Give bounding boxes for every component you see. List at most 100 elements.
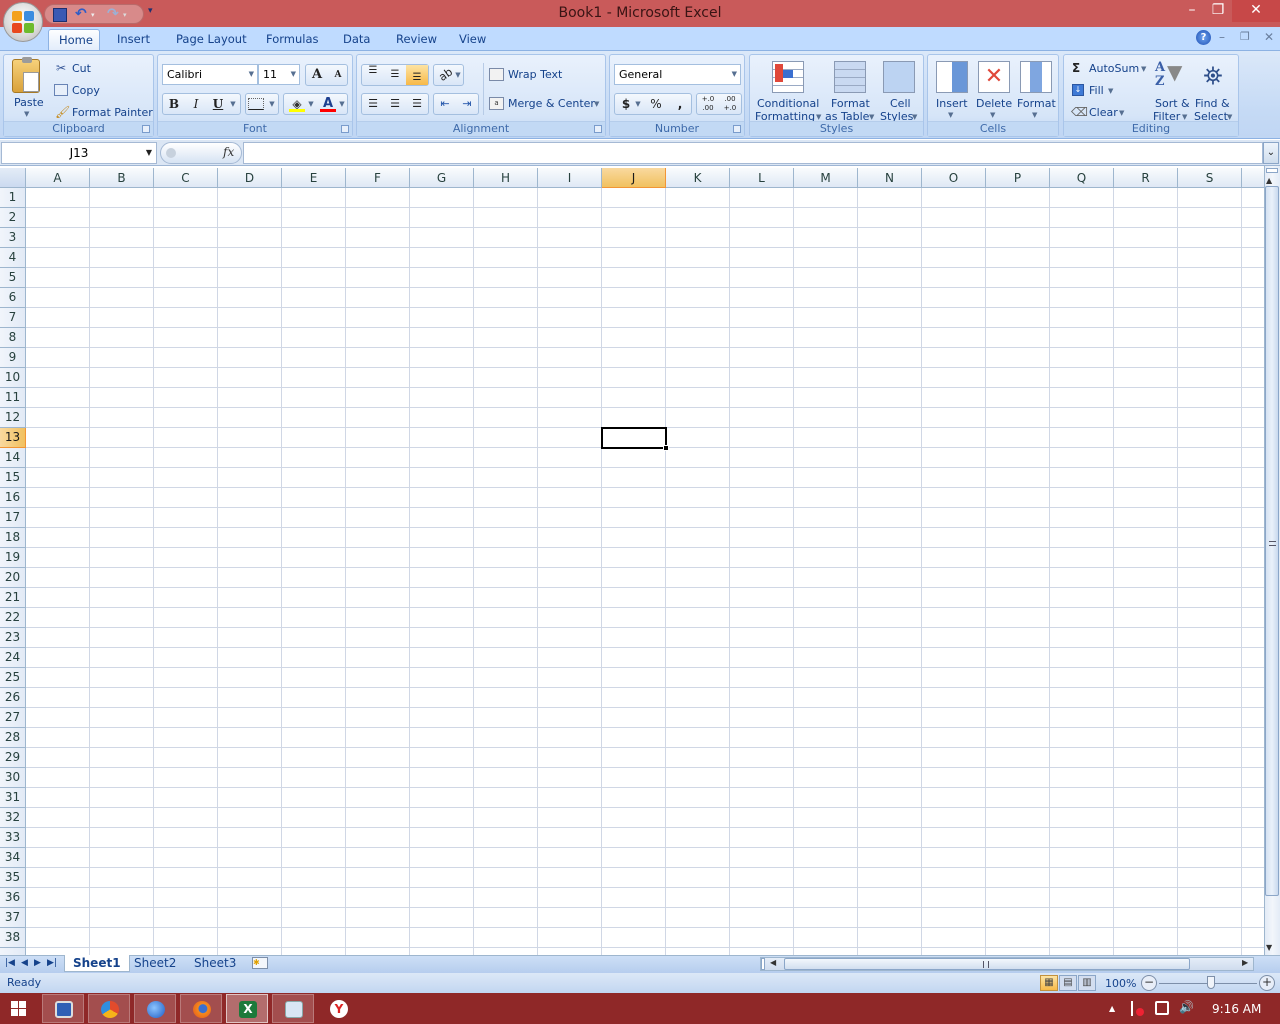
scroll-right-arrow[interactable]: ▶	[1242, 958, 1248, 967]
tab-formulas[interactable]: Formulas	[256, 29, 329, 50]
expand-formula-bar-button[interactable]: ⌄	[1263, 142, 1279, 164]
tab-review[interactable]: Review	[386, 29, 447, 50]
network-icon[interactable]	[1155, 1001, 1169, 1015]
center-button[interactable]: ☰	[384, 94, 406, 114]
increase-decimal-button[interactable]: +.0 .00	[697, 94, 719, 114]
row-header-3[interactable]: 3	[0, 228, 26, 248]
row-header-30[interactable]: 30	[0, 768, 26, 788]
cell-styles-label-1[interactable]: Cell	[890, 97, 911, 110]
font-color-dropdown-icon[interactable]: ▼	[337, 94, 347, 114]
row-header-partial[interactable]	[0, 948, 26, 955]
restore-button[interactable]: ❐	[1202, 0, 1234, 22]
row-header-17[interactable]: 17	[0, 508, 26, 528]
borders-button[interactable]: ▼	[245, 93, 279, 115]
conditional-formatting-dropdown-icon[interactable]: ▼	[816, 113, 821, 121]
insert-sheet-icon[interactable]: ✱	[252, 957, 268, 969]
format-cells-icon[interactable]	[1020, 61, 1052, 93]
delete-cells-icon[interactable]: ✕	[978, 61, 1010, 93]
row-header-9[interactable]: 9	[0, 348, 26, 368]
insert-cells-icon[interactable]	[936, 61, 968, 93]
insert-dropdown-icon[interactable]: ▼	[948, 111, 953, 119]
row-header-8[interactable]: 8	[0, 328, 26, 348]
help-icon[interactable]: ?	[1196, 30, 1211, 45]
column-header-l[interactable]: L	[730, 168, 794, 188]
taskbar-app-1[interactable]	[42, 994, 84, 1023]
row-header-2[interactable]: 2	[0, 208, 26, 228]
column-header-a[interactable]: A	[26, 168, 90, 188]
next-sheet-button[interactable]: ▶	[34, 958, 41, 968]
delete-cells-button[interactable]: Delete	[976, 97, 1012, 110]
row-header-37[interactable]: 37	[0, 908, 26, 928]
row-header-16[interactable]: 16	[0, 488, 26, 508]
zoom-level[interactable]: 100%	[1105, 977, 1136, 990]
row-header-32[interactable]: 32	[0, 808, 26, 828]
page-break-view-button[interactable]: ▥	[1078, 975, 1096, 991]
comma-button[interactable]: ,	[669, 94, 691, 114]
row-header-33[interactable]: 33	[0, 828, 26, 848]
row-header-4[interactable]: 4	[0, 248, 26, 268]
clear-button[interactable]: Clear	[1089, 106, 1118, 119]
tab-view[interactable]: View	[449, 29, 496, 50]
column-header-m[interactable]: M	[794, 168, 858, 188]
fill-color-button[interactable]: ◈	[286, 94, 308, 114]
column-header-e[interactable]: E	[282, 168, 346, 188]
find-select-label-1[interactable]: Find &	[1195, 97, 1230, 110]
row-header-25[interactable]: 25	[0, 668, 26, 688]
row-header-36[interactable]: 36	[0, 888, 26, 908]
horizontal-scroll-thumb[interactable]	[784, 958, 1190, 970]
column-header-partial[interactable]	[1242, 168, 1264, 188]
binoculars-icon[interactable]: ⛯	[1197, 61, 1229, 93]
column-header-s[interactable]: S	[1178, 168, 1242, 188]
autosum-dropdown-icon[interactable]: ▼	[1141, 65, 1146, 73]
column-header-n[interactable]: N	[858, 168, 922, 188]
number-launcher-icon[interactable]	[733, 125, 741, 133]
sheet-tab-sheet2[interactable]: Sheet2	[126, 955, 184, 972]
row-header-21[interactable]: 21	[0, 588, 26, 608]
merge-center-button[interactable]: Merge & Center	[508, 97, 595, 110]
workbook-minimize-button[interactable]: –	[1219, 30, 1225, 44]
delete-dropdown-icon[interactable]: ▼	[990, 111, 995, 119]
row-header-15[interactable]: 15	[0, 468, 26, 488]
sort-filter-label-1[interactable]: Sort &	[1155, 97, 1190, 110]
align-left-button[interactable]: ☰	[362, 94, 384, 114]
taskbar-firefox[interactable]	[180, 994, 222, 1023]
first-sheet-button[interactable]: |◀	[5, 958, 15, 968]
conditional-formatting-label-1[interactable]: Conditional	[757, 97, 819, 110]
split-box-horizontal[interactable]	[761, 958, 765, 970]
tab-insert[interactable]: Insert	[107, 29, 160, 50]
column-header-k[interactable]: K	[666, 168, 730, 188]
taskbar-app-2[interactable]	[88, 994, 130, 1023]
column-header-o[interactable]: O	[922, 168, 986, 188]
row-header-5[interactable]: 5	[0, 268, 26, 288]
workbook-close-button[interactable]: ✕	[1264, 30, 1274, 44]
yandex-icon[interactable]: Y	[330, 1000, 348, 1018]
increase-indent-button[interactable]: ⇥	[456, 94, 478, 114]
paste-button[interactable]: Paste	[14, 96, 44, 109]
font-size-combo[interactable]: 11 ▼	[258, 64, 300, 85]
autosum-button[interactable]: AutoSum	[1089, 62, 1139, 75]
row-header-19[interactable]: 19	[0, 548, 26, 568]
alignment-launcher-icon[interactable]	[594, 125, 602, 133]
decrease-decimal-button[interactable]: .00 +.0	[719, 94, 741, 114]
close-button[interactable]: ✕	[1232, 0, 1280, 22]
row-header-29[interactable]: 29	[0, 748, 26, 768]
column-header-c[interactable]: C	[154, 168, 218, 188]
column-header-q[interactable]: Q	[1050, 168, 1114, 188]
clipboard-launcher-icon[interactable]	[142, 125, 150, 133]
number-format-combo[interactable]: General ▼	[614, 64, 741, 85]
format-as-table-icon[interactable]	[834, 61, 866, 93]
workbook-restore-button[interactable]: ❐	[1240, 30, 1250, 43]
name-box[interactable]: J13 ▼	[1, 142, 157, 164]
row-header-20[interactable]: 20	[0, 568, 26, 588]
font-color-button[interactable]: A	[317, 94, 339, 114]
orientation-button[interactable]: ab ▼	[433, 64, 464, 86]
tray-arrow-icon[interactable]: ▲	[1109, 1004, 1115, 1013]
cell-styles-icon[interactable]	[883, 61, 915, 93]
column-header-p[interactable]: P	[986, 168, 1050, 188]
tab-page-layout[interactable]: Page Layout	[166, 29, 257, 50]
windows-start-icon[interactable]	[11, 1001, 26, 1016]
column-header-d[interactable]: D	[218, 168, 282, 188]
format-dropdown-icon[interactable]: ▼	[1032, 111, 1037, 119]
vertical-scroll-thumb[interactable]	[1265, 186, 1279, 896]
column-header-i[interactable]: I	[538, 168, 602, 188]
